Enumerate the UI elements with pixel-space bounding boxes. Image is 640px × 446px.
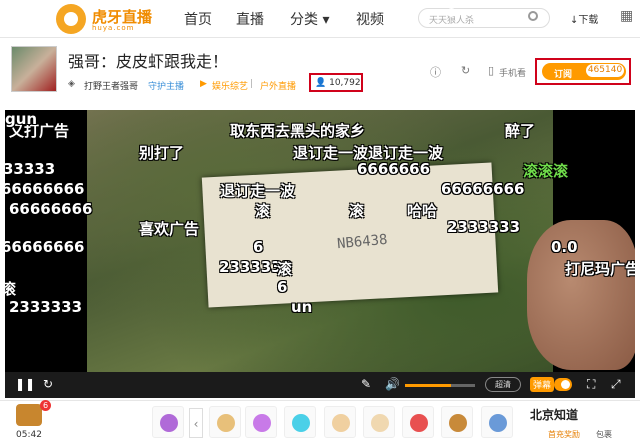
subscribe-button[interactable]: 订阅 465140 bbox=[535, 58, 631, 85]
subcategory-link[interactable]: 户外直播 bbox=[260, 79, 296, 92]
download-button[interactable]: ↓下载 bbox=[570, 11, 598, 26]
viewer-count-value: 10,792 bbox=[329, 78, 361, 88]
gift-item[interactable] bbox=[441, 406, 473, 438]
report-icon[interactable]: ⓘ bbox=[430, 64, 441, 80]
fullscreen-icon[interactable]: ⤢ bbox=[611, 377, 621, 392]
danmaku-comment: un bbox=[291, 298, 313, 316]
gift-item[interactable] bbox=[363, 406, 395, 438]
nav-video[interactable]: 视频 bbox=[356, 9, 384, 29]
quality-button[interactable]: 超清 bbox=[485, 377, 521, 392]
danmaku-comment: 取东西去黑头的家乡 bbox=[230, 122, 366, 140]
volume-icon[interactable]: 🔊 bbox=[385, 377, 400, 391]
lantern-gift-icon bbox=[410, 414, 428, 432]
watermark: 北京知道 bbox=[530, 406, 579, 423]
danmaku-comment: gun bbox=[5, 110, 38, 128]
danmaku-comment: 退订走一波 bbox=[220, 182, 296, 200]
chest-gift-icon bbox=[449, 414, 467, 432]
room-title: 强哥：皮皮虾跟我走！ bbox=[68, 52, 229, 71]
danmaku-button[interactable]: 弹幕 bbox=[530, 377, 555, 392]
danmaku-comment: 66666666 bbox=[9, 200, 93, 218]
face-gift-icon bbox=[332, 414, 350, 432]
danmaku-comment: 33333 bbox=[5, 160, 56, 178]
danmaku-comment: 滚 bbox=[255, 202, 271, 220]
chest-badge: 6 bbox=[40, 400, 51, 411]
mobile-icon[interactable]: ▯ bbox=[488, 64, 494, 77]
nav-home[interactable]: 首页 bbox=[184, 9, 212, 29]
subscribe-count: 465140 bbox=[586, 64, 624, 77]
breadcrumb-separator: | bbox=[250, 79, 254, 89]
volume-slider[interactable] bbox=[405, 384, 475, 387]
danmaku-comment: 6 bbox=[253, 238, 264, 256]
gift-item[interactable] bbox=[152, 406, 184, 438]
nav-live[interactable]: 直播 bbox=[236, 9, 264, 29]
danmaku-comment: 66666666 bbox=[5, 180, 85, 198]
danmaku-toggle[interactable] bbox=[554, 378, 572, 391]
danmaku-comment: 醉了 bbox=[505, 122, 536, 140]
gift-item[interactable] bbox=[481, 406, 513, 438]
danmaku-comment: 喜欢广告 bbox=[139, 220, 200, 238]
wand-gift-icon bbox=[253, 414, 271, 432]
mobile-watch-link[interactable]: 手机看 bbox=[499, 66, 526, 79]
category-link[interactable]: 娱乐综艺 bbox=[212, 79, 248, 92]
danmaku-comment: 哈哈 bbox=[407, 202, 438, 220]
huya-logo-icon[interactable] bbox=[56, 4, 86, 34]
fullscreen-page-icon[interactable]: ⛶ bbox=[587, 377, 595, 392]
refresh-icon[interactable]: ↻ bbox=[43, 377, 53, 391]
first-topup-link[interactable]: 首充奖励 bbox=[548, 429, 580, 440]
streamer-avatar[interactable] bbox=[11, 46, 57, 92]
danmaku-comment: 6666666 bbox=[357, 160, 431, 178]
search-icon[interactable] bbox=[528, 11, 538, 21]
gift-item[interactable] bbox=[245, 406, 277, 438]
danmaku-comment: 打尼玛广告 bbox=[565, 260, 635, 278]
gift-item[interactable] bbox=[284, 406, 316, 438]
gift-item[interactable] bbox=[402, 406, 434, 438]
gift-prev-button[interactable]: ‹ bbox=[189, 408, 203, 438]
danmaku-settings-icon[interactable]: ✎ bbox=[361, 377, 371, 391]
more-menu-icon[interactable]: ▦ bbox=[620, 8, 633, 24]
brand-domain: huya.com bbox=[92, 24, 135, 32]
treasure-chest-icon[interactable] bbox=[16, 404, 42, 426]
streamer-name[interactable]: 打野王者强哥 bbox=[84, 79, 138, 92]
top-navigation-bar: 虎牙直播 huya.com 首页 直播 分类 ▾ 视频 天天狼人杀 ↓下载 ▦ bbox=[0, 0, 640, 38]
video-player[interactable]: NB6438 又打广告 取东西去黑头的家乡 醉了 别打了 退订走一波退订走一波 33333… bbox=[5, 110, 635, 398]
gift-item[interactable] bbox=[324, 406, 356, 438]
nav-category[interactable]: 分类 ▾ bbox=[290, 9, 329, 29]
gift-item[interactable] bbox=[209, 406, 241, 438]
volume-fill bbox=[405, 384, 451, 387]
danmaku-comment: 滚 bbox=[277, 260, 293, 278]
sword-gift-icon bbox=[292, 414, 310, 432]
danmaku-comment: 66666666 bbox=[5, 238, 85, 256]
danmaku-comment: 滚滚滚 bbox=[523, 162, 569, 180]
danmaku-comment: 别打了 bbox=[139, 144, 185, 162]
danmaku-comment: 2333333 bbox=[447, 218, 521, 236]
chest-timer: 05:42 bbox=[16, 430, 42, 440]
danmaku-comment: 滚 bbox=[349, 202, 365, 220]
hand-image bbox=[527, 220, 635, 370]
bag-gift-icon bbox=[217, 414, 235, 432]
boat-gift-icon bbox=[489, 414, 507, 432]
viewer-count: 👤 10,792 bbox=[309, 73, 363, 92]
streamer-badge-icon: ◈ bbox=[68, 79, 75, 89]
emoji-gift-icon bbox=[371, 414, 389, 432]
danmaku-comment: 0.0 bbox=[551, 238, 578, 256]
share-icon[interactable]: ↻ bbox=[461, 64, 470, 77]
package-link[interactable]: 包裹 bbox=[596, 429, 612, 440]
danmaku-comment: 滚 bbox=[5, 280, 17, 298]
pause-icon[interactable]: ❚❚ bbox=[15, 377, 35, 391]
subscribe-pill: 订阅 465140 bbox=[542, 63, 626, 80]
danmaku-comment: 2333333 bbox=[9, 298, 83, 316]
guard-gift-icon bbox=[160, 414, 178, 432]
category-icon: ▶ bbox=[200, 79, 207, 89]
danmaku-comment: 66666666 bbox=[441, 180, 525, 198]
volume-knob[interactable] bbox=[446, 8, 456, 17]
subscribe-label: 订阅 bbox=[554, 70, 573, 80]
danmaku-comment: 6 bbox=[277, 278, 288, 296]
guard-link[interactable]: 守护主播 bbox=[148, 79, 184, 92]
viewer-icon: 👤 bbox=[315, 78, 327, 88]
